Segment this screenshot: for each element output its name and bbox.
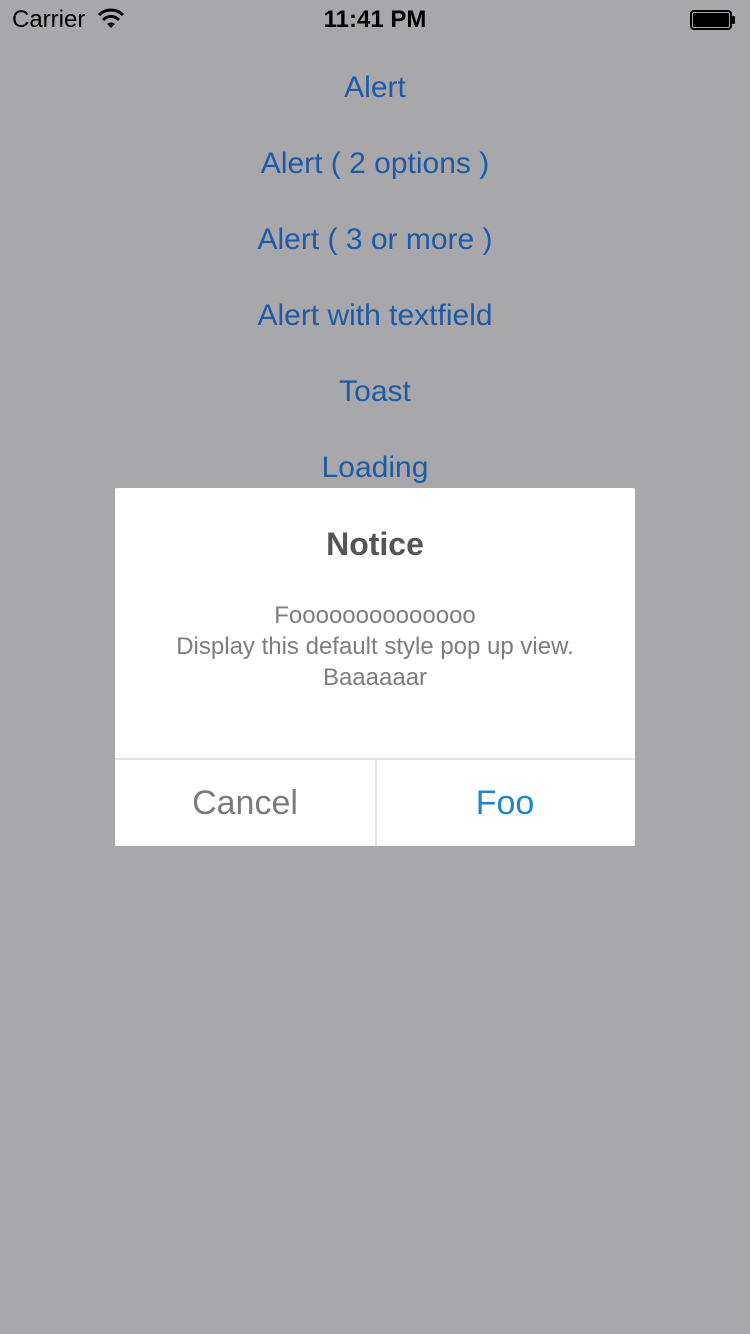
dialog-message: Foooooooooooooo Display this default sty… [115,600,635,693]
menu-item-alert-2-options[interactable]: Alert ( 2 options ) [0,136,750,212]
battery-icon [690,10,735,30]
dialog-message-line: Display this default style pop up view. [176,633,574,660]
menu-item-alert-with-textfield[interactable]: Alert with textfield [0,288,750,364]
dialog-title: Notice [326,526,424,562]
foo-button[interactable]: Foo [375,760,635,846]
menu-item-alert-3-or-more[interactable]: Alert ( 3 or more ) [0,212,750,288]
dialog-message-line: Foooooooooooooo [274,602,476,629]
menu-item-alert[interactable]: Alert [0,60,750,136]
dialog-message-line: Baaaaaar [322,664,428,691]
cancel-button[interactable]: Cancel [115,760,375,846]
status-time: 11:41 PM [323,6,427,33]
menu-item-toast[interactable]: Toast [0,364,750,440]
demo-menu: Alert Alert ( 2 options ) Alert ( 3 or m… [0,60,750,516]
status-bar: Carrier 11:41 PM [0,0,750,40]
popup-dialog: Notice Foooooooooooooo Display this defa… [115,488,635,846]
